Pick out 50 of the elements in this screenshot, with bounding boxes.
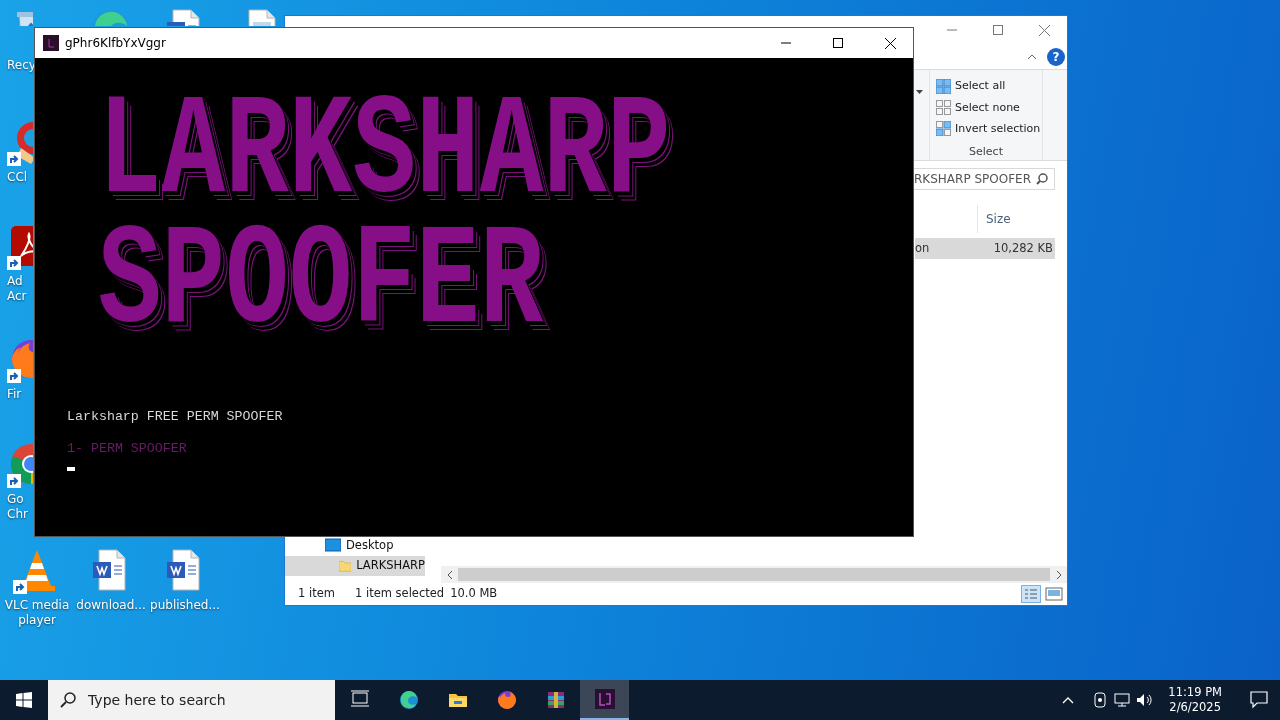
clock-date[interactable]: 2/6/2025 [1169, 700, 1221, 715]
notification-icon[interactable] [1250, 691, 1268, 709]
select-all-icon [936, 79, 951, 95]
network-icon[interactable] [1114, 692, 1131, 708]
maximize-icon [993, 25, 1003, 35]
search-input[interactable]: Type here to search [86, 688, 326, 712]
task-view-icon [349, 690, 370, 710]
device-icon[interactable] [1092, 692, 1109, 708]
ribbon-group-label: Select [968, 143, 1004, 160]
table-cell-text: 10,282 KB [993, 239, 1054, 257]
start-icon [16, 692, 32, 708]
select-none-icon [936, 100, 951, 116]
maximize-icon [833, 38, 843, 48]
scroll-right-icon[interactable] [1055, 571, 1062, 579]
taskbar-app-button[interactable] [580, 680, 629, 720]
invert-selection-icon [936, 121, 951, 137]
window-title: gPhr6KlfbYxVggr [65, 35, 167, 52]
archive-icon [545, 690, 566, 710]
file-row[interactable]: on 10,282 KB [915, 238, 1055, 259]
dropdown-caret-icon[interactable] [916, 89, 923, 94]
tree-item[interactable]: Desktop [285, 536, 425, 556]
close-icon [1038, 24, 1050, 36]
status-text: 1 item [298, 585, 335, 603]
table-cell-text: on [915, 239, 930, 257]
taskbar-search-field[interactable]: Type here to search [48, 680, 335, 720]
help-button[interactable]: ? [1047, 47, 1065, 66]
ribbon-button[interactable]: Select none [936, 97, 1042, 119]
app-icon [43, 35, 59, 51]
horizontal-scrollbar[interactable] [441, 566, 1067, 583]
search-icon [60, 692, 76, 708]
console-text: 1- PERM SPOOFER [67, 441, 188, 457]
show-hidden-icons-icon[interactable] [1062, 696, 1075, 704]
search-field[interactable]: RKSHARP SPOOFER [914, 168, 1055, 190]
status-text: 1 item selected [354, 585, 445, 603]
ribbon-button[interactable]: Invert selection [936, 118, 1042, 140]
search-icon[interactable] [1036, 173, 1048, 185]
spoofer-app-icon [594, 689, 615, 709]
status-text: 10.0 MB [450, 585, 498, 603]
folder-icon [339, 558, 352, 574]
column-header[interactable]: Size [977, 205, 1057, 233]
clock-time[interactable]: 11:19 PM [1168, 685, 1222, 700]
tree-item[interactable]: LARKSHARP [285, 556, 425, 576]
ribbon-button[interactable]: Select all [936, 76, 1042, 98]
volume-icon[interactable] [1136, 692, 1153, 708]
scroll-left-icon[interactable] [446, 571, 453, 579]
collapse-ribbon-icon[interactable] [1027, 52, 1037, 61]
console-text: Larksharp FREE PERM SPOOFER [67, 409, 284, 425]
browser-fox-icon [496, 690, 517, 710]
close-icon [884, 37, 896, 49]
browser-icon [398, 690, 419, 710]
